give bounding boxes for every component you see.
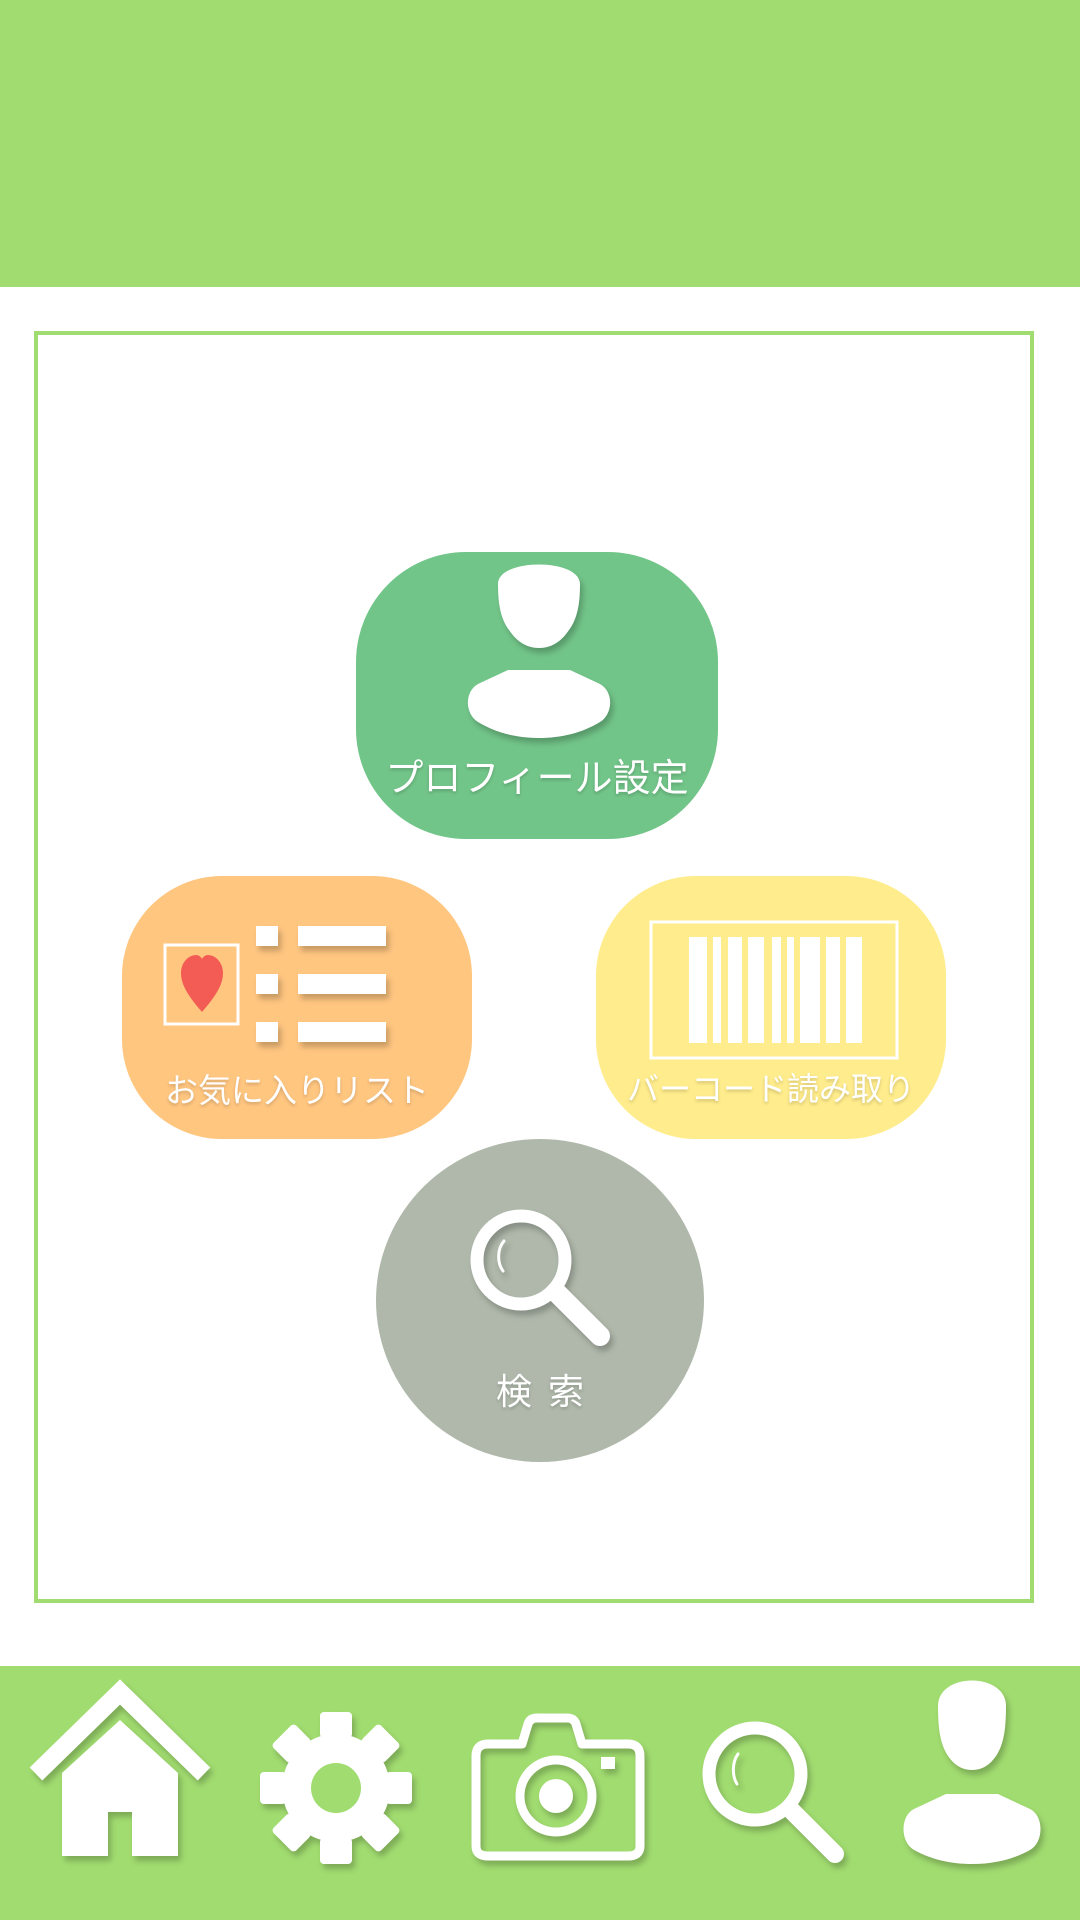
nav-settings-button[interactable] <box>246 1666 426 1920</box>
nav-search-button[interactable] <box>690 1666 850 1920</box>
barcode-icon <box>649 920 899 1060</box>
search-label: 検索 <box>495 1372 600 1413</box>
heart-icon <box>181 955 223 1012</box>
search-button[interactable]: 検索 <box>376 1139 704 1462</box>
barcode-scan-label: バーコード読み取り <box>626 1070 915 1108</box>
nav-camera-button[interactable] <box>460 1666 650 1920</box>
bottom-nav-bar <box>0 1666 1080 1920</box>
search-icon <box>702 1721 844 1863</box>
camera-icon <box>471 1713 645 1861</box>
user-icon <box>467 564 611 738</box>
nav-home-button[interactable] <box>20 1666 220 1920</box>
profile-settings-label: プロフィール設定 <box>385 756 689 800</box>
favorite-list-icon <box>163 926 386 1042</box>
nav-profile-button[interactable] <box>894 1666 1054 1920</box>
home-icon <box>29 1679 211 1856</box>
favorites-list-button[interactable]: お気に入りリスト <box>122 876 472 1139</box>
user-icon <box>903 1680 1041 1864</box>
gear-icon <box>260 1712 412 1864</box>
magnifier-icon <box>470 1209 610 1346</box>
profile-settings-button[interactable]: プロフィール設定 <box>356 552 718 839</box>
barcode-scan-button[interactable]: バーコード読み取り <box>596 876 946 1139</box>
favorites-list-label: お気に入りリスト <box>165 1071 429 1110</box>
header-bar <box>0 0 1080 287</box>
